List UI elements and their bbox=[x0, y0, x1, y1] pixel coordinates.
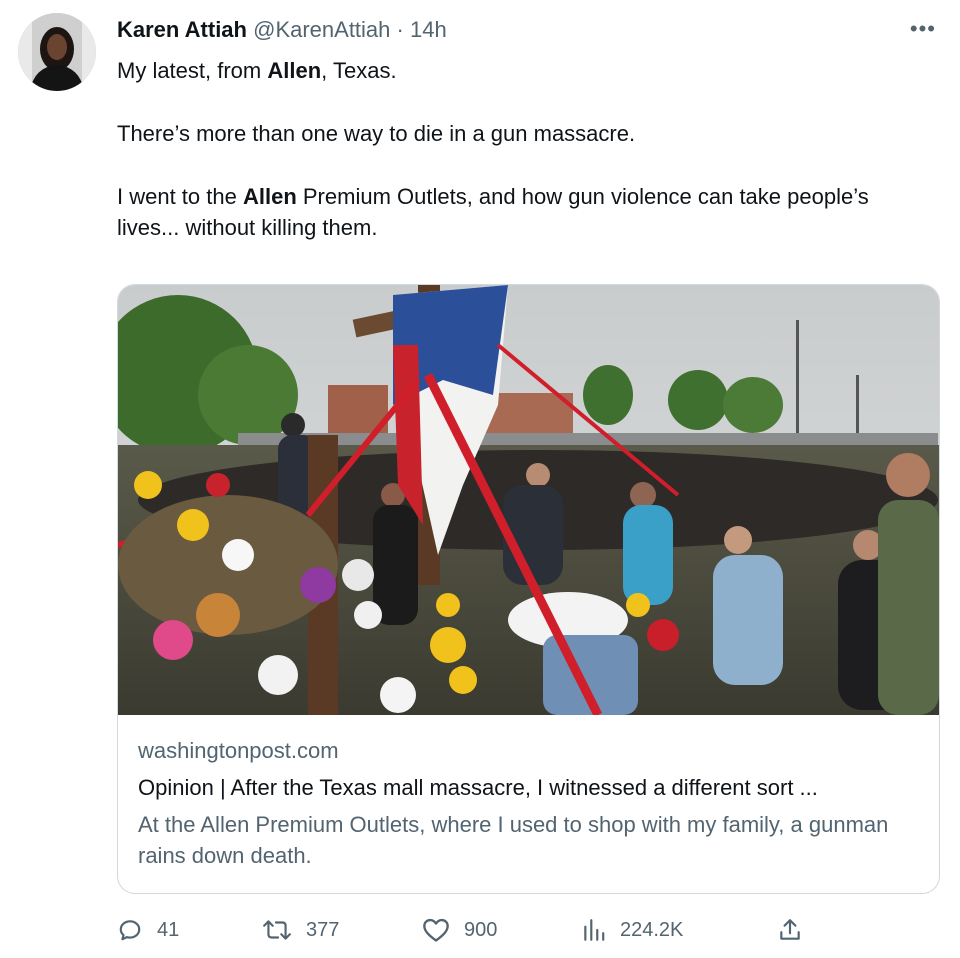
tweet-paragraph-2: There’s more than one way to die in a gu… bbox=[117, 121, 636, 146]
views-button[interactable]: 224.2K bbox=[582, 912, 683, 948]
views-chart-icon bbox=[584, 919, 605, 941]
tweet-paragraph-3: I went to the Allen Premium Outlets, and… bbox=[117, 181, 917, 243]
author-avatar[interactable] bbox=[18, 13, 96, 91]
text-segment: , Texas. bbox=[321, 58, 397, 83]
share-icon bbox=[780, 919, 800, 940]
share-button[interactable] bbox=[777, 912, 803, 948]
author-name[interactable]: Karen Attiah bbox=[117, 17, 247, 42]
card-domain: washingtonpost.com bbox=[138, 738, 339, 763]
card-photo bbox=[118, 285, 939, 715]
bold-text: Allen bbox=[242, 184, 297, 209]
tweet-timestamp[interactable]: 14h bbox=[410, 17, 447, 42]
reply-icon bbox=[119, 920, 141, 941]
card-title: Opinion | After the Texas mall massacre,… bbox=[138, 775, 818, 800]
like-count: 900 bbox=[464, 918, 498, 941]
tweet-paragraph-1: My latest, from Allen, Texas. bbox=[117, 55, 917, 86]
card-description: At the Allen Premium Outlets, where I us… bbox=[138, 812, 889, 868]
view-count: 224.2K bbox=[620, 918, 684, 941]
reply-button[interactable]: 41 bbox=[117, 912, 179, 948]
tweet-header: Karen Attiah @KarenAttiah · 14h bbox=[117, 16, 447, 44]
more-options-icon[interactable]: ••• bbox=[910, 16, 936, 42]
link-preview-card[interactable]: washingtonpost.com Opinion | After the T… bbox=[117, 284, 940, 894]
heart-icon bbox=[423, 918, 449, 942]
card-meta: washingtonpost.com Opinion | After the T… bbox=[138, 737, 919, 871]
tweet-actions: 41 377 900 224.2K bbox=[117, 912, 937, 948]
retweet-button[interactable]: 377 bbox=[262, 912, 339, 948]
text-segment: I went to the bbox=[117, 184, 243, 209]
author-handle[interactable]: @KarenAttiah bbox=[253, 17, 390, 42]
text-segment: My latest, from bbox=[117, 58, 268, 83]
separator-dot: · bbox=[396, 17, 404, 42]
reply-count: 41 bbox=[157, 918, 180, 941]
like-button[interactable]: 900 bbox=[422, 912, 497, 948]
avatar-photo bbox=[18, 13, 96, 91]
retweet-count: 377 bbox=[306, 918, 340, 941]
bold-text: Allen bbox=[267, 58, 322, 83]
tweet-text: My latest, from Allen, Texas. There’s mo… bbox=[117, 55, 917, 243]
retweet-icon bbox=[263, 920, 291, 940]
